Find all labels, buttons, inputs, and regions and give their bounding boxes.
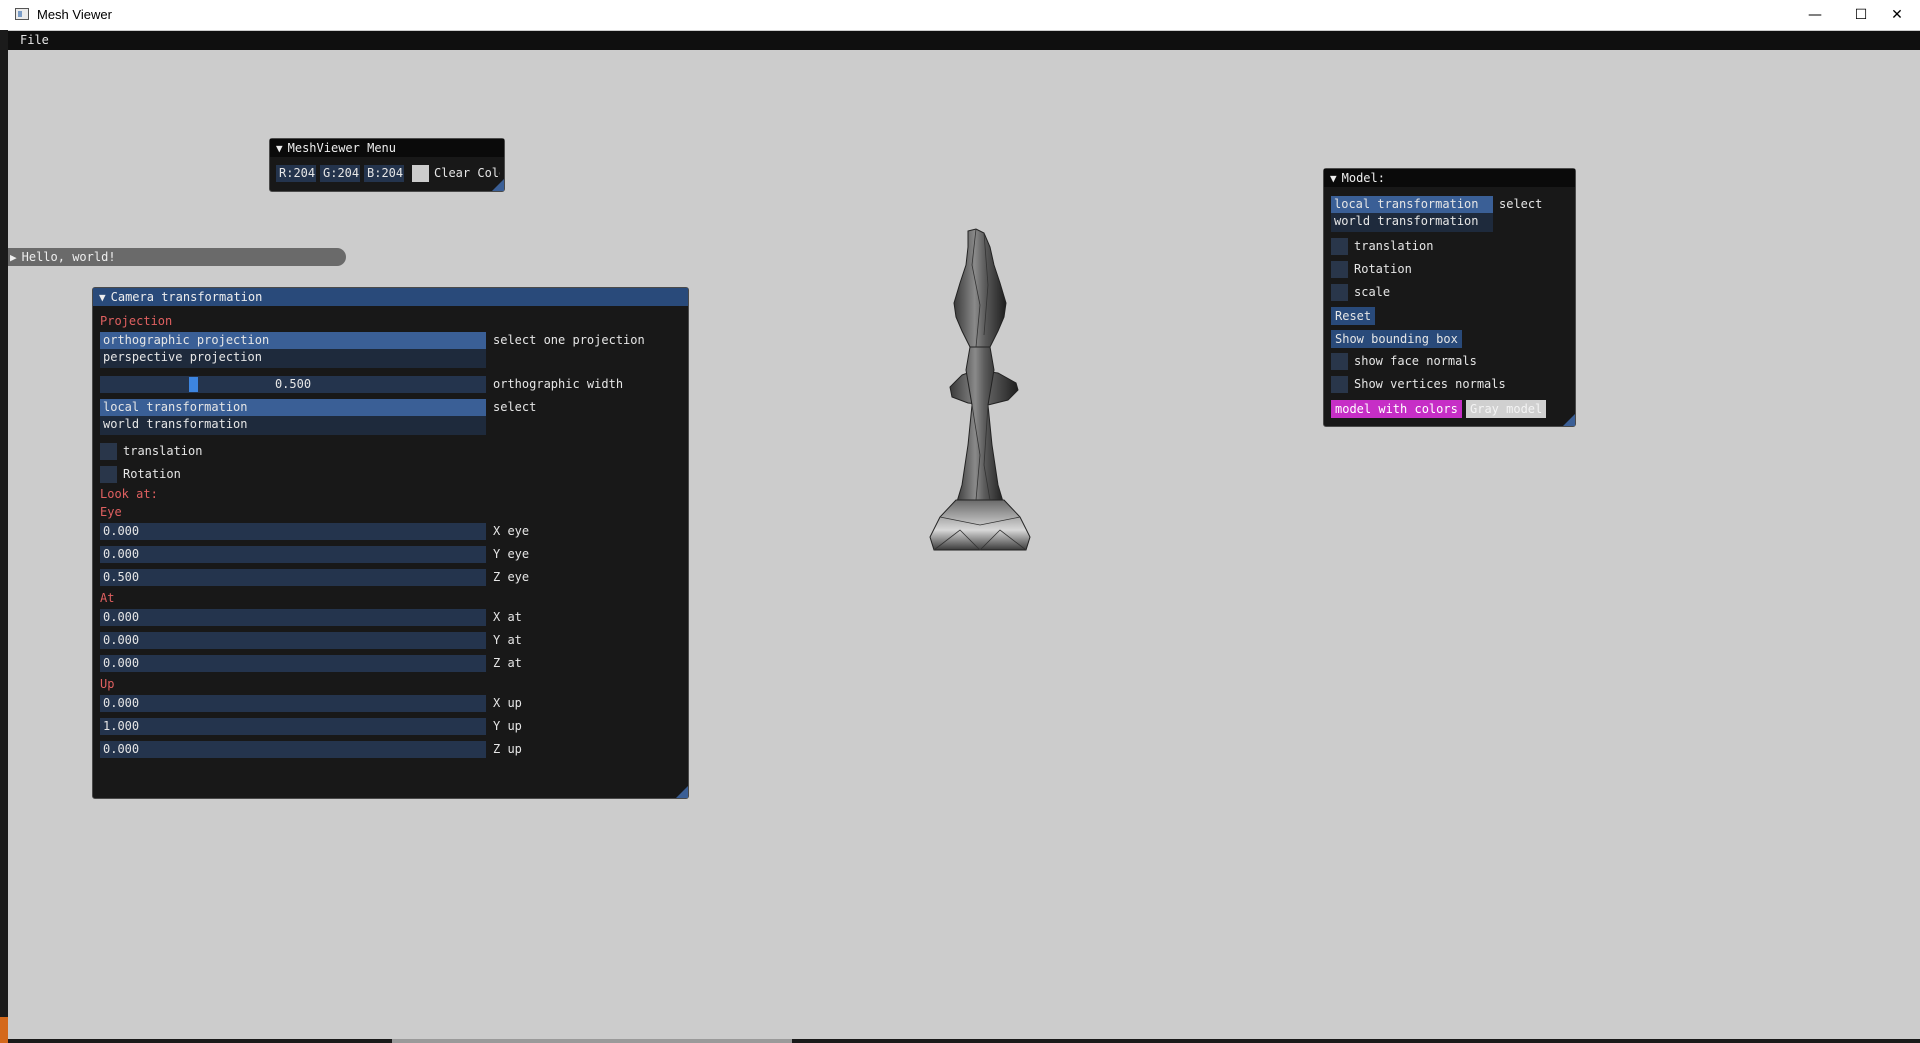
model-window-titlebar[interactable]: ▼ Model:: [1324, 169, 1575, 187]
up-x-label: X up: [493, 696, 522, 710]
expand-triangle-icon[interactable]: ▶: [10, 249, 17, 267]
up-z-label: Z up: [493, 742, 522, 756]
clear-color-swatch[interactable]: [412, 165, 429, 182]
eye-x-input[interactable]: 0.000: [100, 523, 486, 540]
camera-window-titlebar[interactable]: ▼ Camera transformation: [93, 288, 688, 306]
show-bounding-box-button[interactable]: Show bounding box: [1331, 330, 1462, 348]
up-z-input[interactable]: 0.000: [100, 741, 486, 758]
up-heading: Up: [100, 677, 115, 691]
at-y-input[interactable]: 0.000: [100, 632, 486, 649]
face-normals-checkbox[interactable]: [1331, 353, 1348, 370]
horizontal-scrollbar[interactable]: [8, 1039, 1920, 1043]
eye-x-label: X eye: [493, 524, 530, 538]
model-transform-option-local[interactable]: local transformation: [1331, 196, 1493, 213]
main-menubar: File: [8, 31, 1920, 50]
lookat-heading: Look at:: [100, 487, 158, 501]
color-b-field[interactable]: B:204: [364, 165, 404, 182]
ortho-width-slider[interactable]: 0.500: [100, 376, 486, 393]
model-scale-checkbox[interactable]: [1331, 284, 1348, 301]
eye-z-input[interactable]: 0.500: [100, 569, 486, 586]
model-rotation-label: Rotation: [1354, 262, 1412, 276]
vertex-normals-checkbox[interactable]: [1331, 376, 1348, 393]
projection-heading: Projection: [100, 314, 173, 328]
up-y-input[interactable]: 1.000: [100, 718, 486, 735]
projection-option-orthographic[interactable]: orthographic projection: [100, 332, 486, 349]
at-heading: At: [100, 591, 115, 605]
clear-color-label: Clear Colo: [434, 166, 500, 180]
up-x-input[interactable]: 0.000: [100, 695, 486, 712]
left-edge: [0, 30, 8, 1043]
camera-rotation-checkbox[interactable]: [100, 466, 117, 483]
model-with-colors-button[interactable]: model with colors: [1331, 400, 1462, 418]
camera-transform-option-local[interactable]: local transformation: [100, 399, 486, 416]
window-title: Mesh Viewer: [37, 7, 112, 22]
camera-translation-checkbox[interactable]: [100, 443, 117, 460]
meshviewer-menu-titlebar[interactable]: ▼ MeshViewer Menu: [270, 139, 504, 157]
app-icon: [15, 8, 29, 20]
at-z-input[interactable]: 0.000: [100, 655, 486, 672]
bishop-body: [955, 346, 1005, 506]
reset-button[interactable]: Reset: [1331, 307, 1376, 325]
scrollbar-thumb[interactable]: [392, 1039, 792, 1043]
gray-model-button[interactable]: Gray model: [1466, 400, 1547, 418]
eye-y-input[interactable]: 0.000: [100, 546, 486, 563]
collapse-triangle-icon[interactable]: ▼: [1330, 170, 1337, 188]
model-window: ▼ Model: local transformation world trans…: [1323, 168, 1576, 427]
color-r-field[interactable]: R:204: [276, 165, 316, 182]
ortho-width-label: orthographic width: [493, 377, 624, 391]
model-select-label: select: [1499, 197, 1543, 211]
camera-translation-label: translation: [123, 444, 203, 458]
at-z-label: Z at: [493, 656, 522, 670]
at-x-input[interactable]: 0.000: [100, 609, 486, 626]
model-translation-label: translation: [1354, 239, 1434, 253]
resize-grip[interactable]: [676, 786, 688, 798]
eye-y-label: Y eye: [493, 547, 530, 561]
window-titlebar: Mesh Viewer — ☐ ✕: [0, 0, 1920, 30]
slider-grab-handle[interactable]: [189, 377, 198, 392]
ortho-width-value: 0.500: [274, 377, 312, 391]
camera-transformation-window: ▼ Camera transformation Projection orthog…: [92, 287, 689, 799]
collapse-triangle-icon[interactable]: ▼: [276, 140, 283, 158]
taskbar-indicator: [0, 1017, 8, 1043]
bishop-head: [953, 228, 1007, 348]
camera-window-title: Camera transformation: [110, 290, 263, 304]
at-y-label: Y at: [493, 633, 522, 647]
resize-grip[interactable]: [1563, 414, 1575, 426]
camera-transform-listbox[interactable]: local transformation world transformatio…: [100, 399, 486, 435]
eye-heading: Eye: [100, 505, 122, 519]
camera-transform-select-label: select: [493, 400, 537, 414]
camera-rotation-label: Rotation: [123, 467, 181, 481]
menu-file[interactable]: File: [20, 33, 49, 47]
projection-option-perspective[interactable]: perspective projection: [100, 349, 486, 366]
camera-transform-option-world[interactable]: world transformation: [100, 416, 486, 433]
meshviewer-menu-window: ▼ MeshViewer Menu R:204 G:204 B:204 Clear…: [269, 138, 505, 192]
model-window-title: Model:: [1341, 171, 1385, 185]
projection-listbox[interactable]: orthographic projection perspective proj…: [100, 332, 486, 368]
projection-select-label: select one projection: [493, 333, 645, 347]
model-translation-checkbox[interactable]: [1331, 238, 1348, 255]
hello-world-window[interactable]: ▶ Hello, world!: [8, 248, 346, 266]
model-transform-option-world[interactable]: world transformation: [1331, 213, 1493, 230]
eye-z-label: Z eye: [493, 570, 530, 584]
model-transform-listbox[interactable]: local transformation world transformatio…: [1331, 196, 1493, 232]
meshviewer-menu-title: MeshViewer Menu: [287, 141, 396, 155]
vertex-normals-label: Show vertices normals: [1354, 377, 1506, 391]
face-normals-label: show face normals: [1354, 354, 1477, 368]
resize-grip[interactable]: [492, 179, 504, 191]
minimize-button[interactable]: —: [1792, 0, 1838, 30]
at-x-label: X at: [493, 610, 522, 624]
model-rotation-checkbox[interactable]: [1331, 261, 1348, 278]
model-scale-label: scale: [1354, 285, 1391, 299]
hello-world-title: Hello, world!: [21, 250, 116, 264]
color-g-field[interactable]: G:204: [320, 165, 360, 182]
collapse-triangle-icon[interactable]: ▼: [99, 289, 106, 307]
up-y-label: Y up: [493, 719, 522, 733]
close-button[interactable]: ✕: [1874, 0, 1920, 30]
mesh-viewport-model: [929, 228, 1031, 551]
